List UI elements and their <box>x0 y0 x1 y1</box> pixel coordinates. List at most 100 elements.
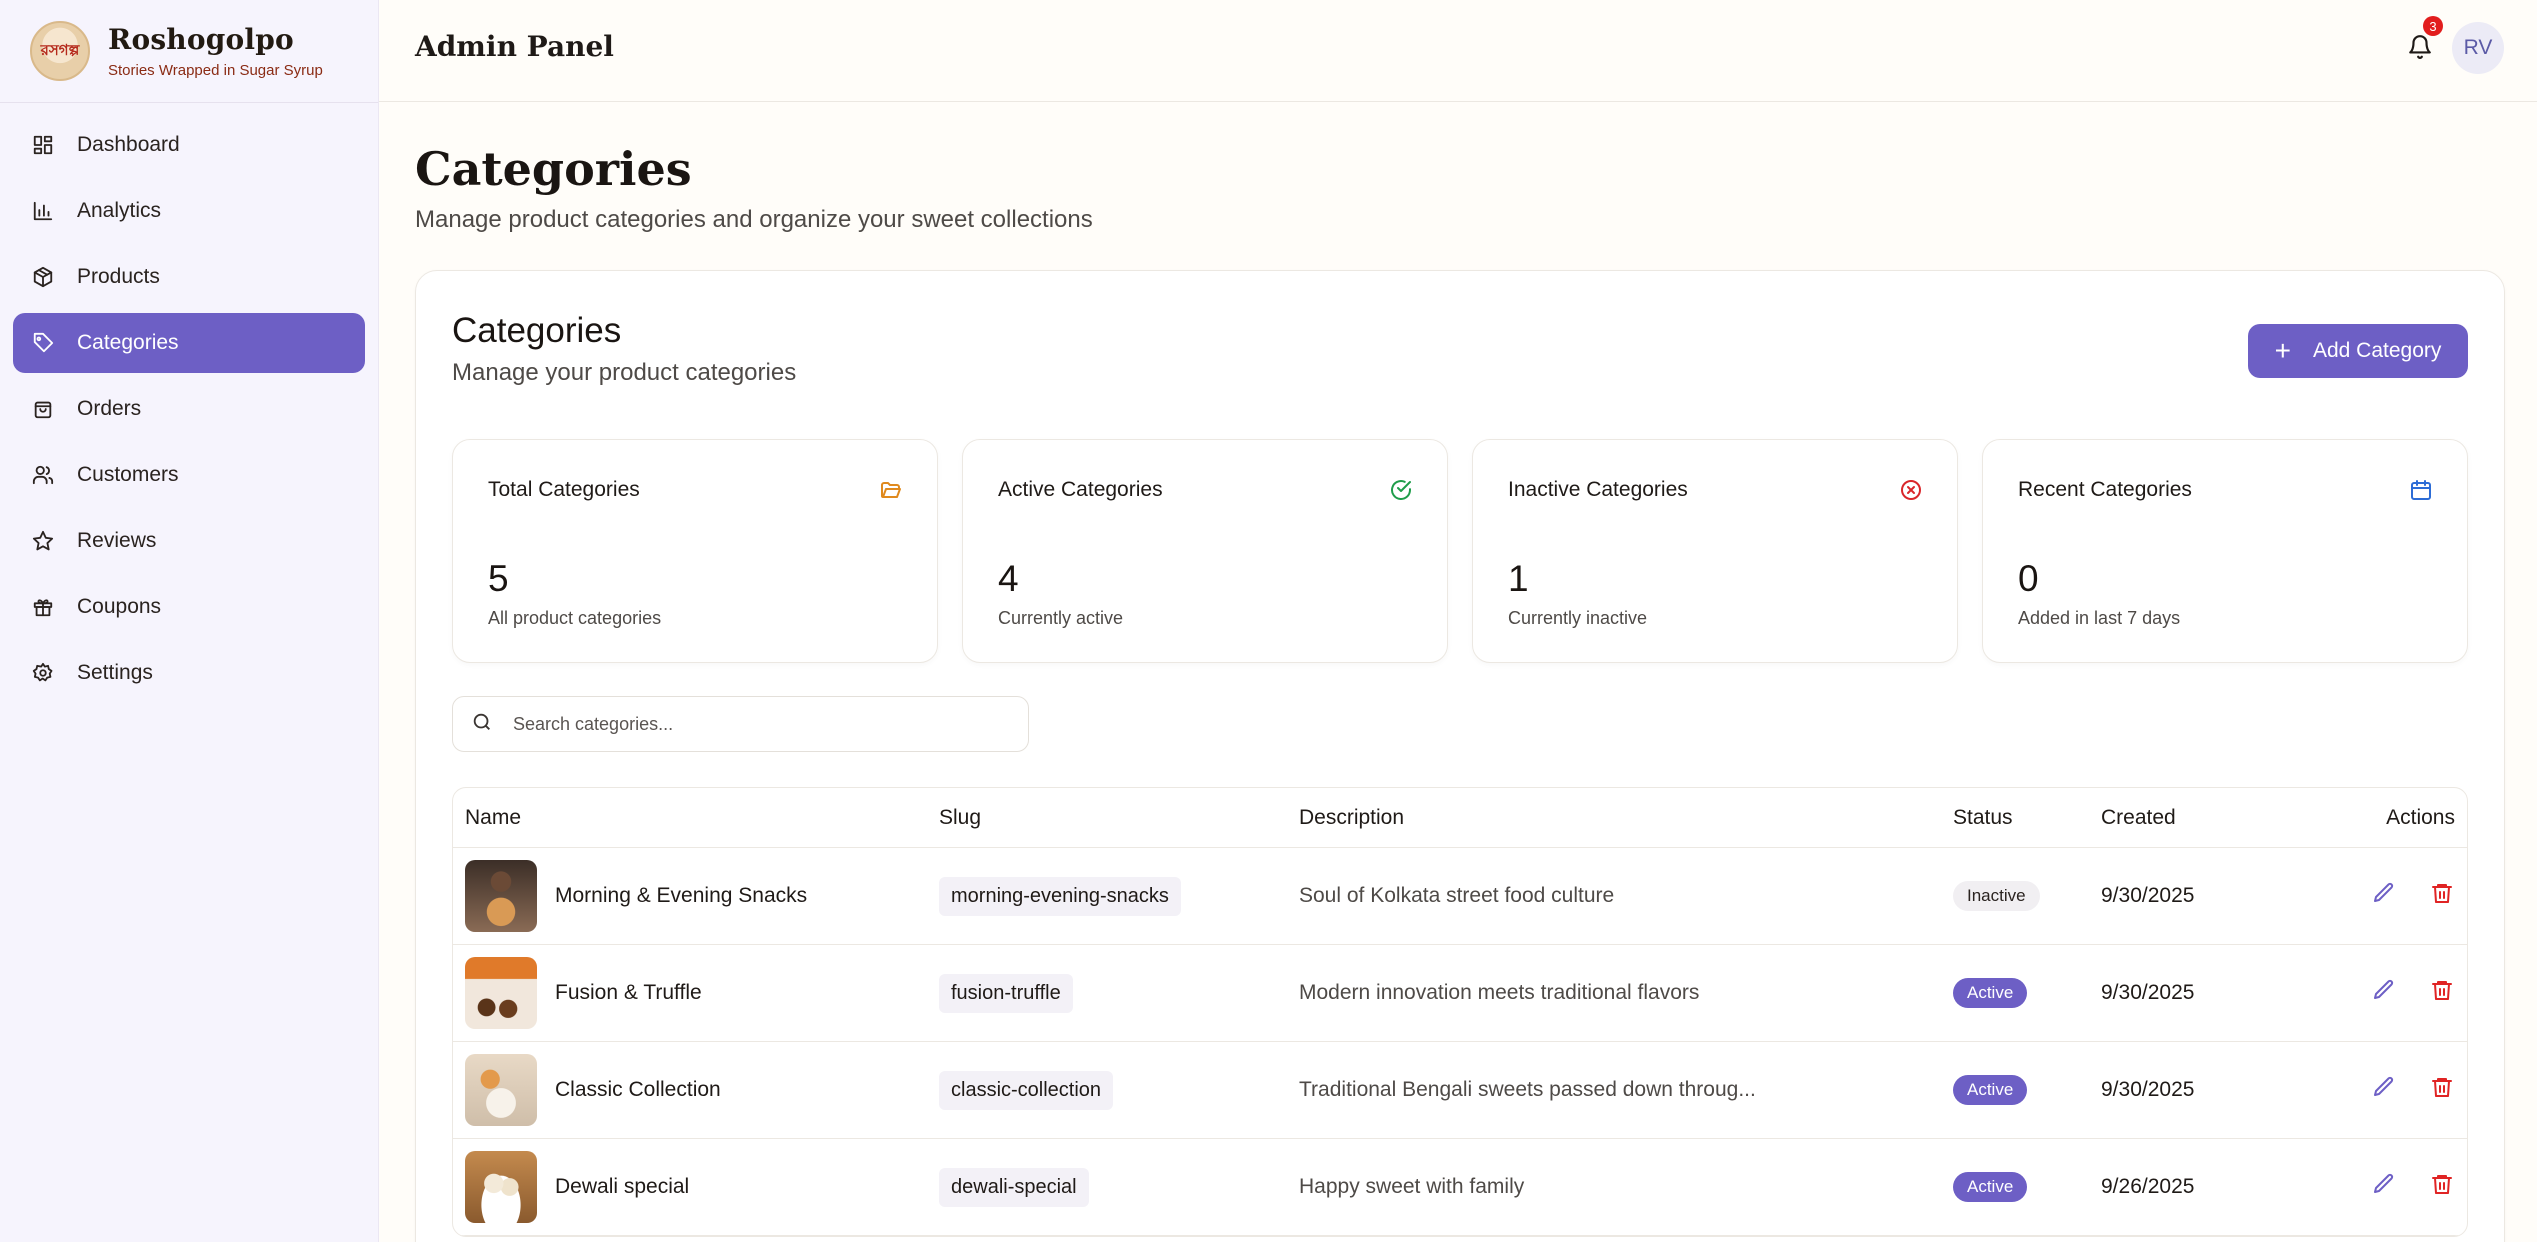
edit-button[interactable] <box>2371 1076 2397 1103</box>
status-badge: Active <box>1953 978 2028 1008</box>
category-description: Modern innovation meets traditional flav… <box>1299 981 1700 1004</box>
sidebar-item-label: Categories <box>77 331 179 354</box>
category-name: Morning & Evening Snacks <box>555 884 808 907</box>
edit-button[interactable] <box>2371 1172 2397 1202</box>
gift-icon <box>31 595 55 619</box>
notifications-button[interactable]: 3 <box>2407 16 2443 62</box>
stat-value: 0 <box>2018 558 2039 599</box>
sidebar-item-label: Reviews <box>77 529 157 552</box>
status-badge: Inactive <box>1953 881 2040 911</box>
stat-card-total: Total Categories 5 All product categorie… <box>452 439 938 663</box>
category-name: Classic Collection <box>555 1078 721 1101</box>
table-row[interactable]: Classic Collection classic-collection Tr… <box>453 1042 2467 1139</box>
sidebar-item-settings[interactable]: Settings <box>13 643 365 703</box>
stat-card-inactive: Inactive Categories 1 Currently inactive <box>1472 439 1958 663</box>
trash-icon <box>2430 978 2454 1008</box>
sidebar: রসগল্প Roshogolpo Stories Wrapped in Sug… <box>0 0 379 1242</box>
pencil-icon <box>2372 1172 2396 1202</box>
brand[interactable]: রসগল্প Roshogolpo Stories Wrapped in Sug… <box>0 0 378 103</box>
stat-description: All product categories <box>488 608 662 628</box>
categories-table: Name Slug Description Status Created Act… <box>452 787 2468 1237</box>
category-created-date: 9/26/2025 <box>2101 1175 2195 1198</box>
status-badge: Active <box>1953 1075 2028 1105</box>
column-header-status[interactable]: Status <box>1953 806 2101 830</box>
brand-tagline: Stories Wrapped in Sugar Syrup <box>108 62 323 79</box>
sidebar-item-label: Analytics <box>77 199 162 222</box>
edit-button[interactable] <box>2371 978 2397 1008</box>
category-description: Soul of Kolkata street food culture <box>1299 884 1615 907</box>
calendar-icon <box>2409 478 2433 502</box>
category-slug: fusion-truffle <box>939 973 1073 1013</box>
notification-badge: 3 <box>2423 16 2443 36</box>
sidebar-item-label: Coupons <box>77 595 162 618</box>
column-header-created[interactable]: Created <box>2101 806 2351 830</box>
stat-description: Added in last 7 days <box>2018 608 2181 628</box>
check-circle-icon <box>1389 478 1413 502</box>
column-header-name[interactable]: Name <box>453 806 939 830</box>
stat-label: Inactive Categories <box>1508 478 1688 501</box>
status-badge: Active <box>1953 1172 2028 1202</box>
page-title: Categories <box>415 142 692 196</box>
stat-value: 4 <box>998 558 1019 599</box>
category-thumbnail <box>465 860 537 932</box>
star-icon <box>31 529 55 553</box>
category-created-date: 9/30/2025 <box>2101 981 2195 1004</box>
category-thumbnail <box>465 1151 537 1223</box>
category-name: Dewali special <box>555 1175 690 1198</box>
stat-value: 1 <box>1508 558 1529 599</box>
table-row[interactable]: Dewali special dewali-special Happy swee… <box>453 1139 2467 1236</box>
stats-row: Total Categories 5 All product categorie… <box>452 439 2468 663</box>
x-circle-icon <box>1899 478 1923 502</box>
column-header-description[interactable]: Description <box>1299 806 1953 830</box>
sidebar-item-label: Products <box>77 265 160 288</box>
delete-button[interactable] <box>2429 1077 2455 1103</box>
sidebar-item-label: Dashboard <box>77 133 180 156</box>
sidebar-item-customers[interactable]: Customers <box>13 445 365 505</box>
category-thumbnail <box>465 1054 537 1126</box>
tag-icon <box>31 331 55 355</box>
table-row[interactable]: Morning & Evening Snacks morning-evening… <box>453 848 2467 945</box>
users-icon <box>31 463 55 487</box>
sidebar-item-reviews[interactable]: Reviews <box>13 511 365 571</box>
shopping-bag-icon <box>31 397 55 421</box>
search-input[interactable] <box>513 713 1013 735</box>
bar-chart-icon <box>31 199 55 223</box>
category-name: Fusion & Truffle <box>555 981 702 1004</box>
search-box[interactable] <box>452 696 1029 752</box>
category-description: Traditional Bengali sweets passed down t… <box>1299 1078 1756 1101</box>
category-description: Happy sweet with family <box>1299 1175 1525 1198</box>
category-thumbnail <box>465 957 537 1029</box>
table-header: Name Slug Description Status Created Act… <box>453 788 2467 848</box>
categories-card: Categories Manage your product categorie… <box>415 270 2505 1242</box>
sidebar-item-label: Settings <box>77 661 153 684</box>
pencil-icon <box>2372 881 2396 911</box>
folder-open-icon <box>879 478 903 502</box>
sidebar-item-products[interactable]: Products <box>13 247 365 307</box>
column-header-slug[interactable]: Slug <box>939 806 1299 830</box>
plus-icon: + <box>2274 335 2291 366</box>
package-icon <box>31 265 55 289</box>
card-subtitle: Manage your product categories <box>452 359 797 386</box>
delete-button[interactable] <box>2429 980 2455 1006</box>
stat-card-recent: Recent Categories 0 Added in last 7 days <box>1982 439 2468 663</box>
avatar[interactable]: RV <box>2452 22 2504 74</box>
sidebar-item-label: Orders <box>77 397 142 420</box>
edit-button[interactable] <box>2371 881 2397 911</box>
brand-name: Roshogolpo <box>108 23 294 56</box>
sidebar-item-dashboard[interactable]: Dashboard <box>13 115 365 175</box>
sidebar-item-analytics[interactable]: Analytics <box>13 181 365 241</box>
delete-button[interactable] <box>2429 883 2455 909</box>
sidebar-nav: Dashboard Analytics Products Categories … <box>0 103 378 721</box>
table-row[interactable]: Fusion & Truffle fusion-truffle Modern i… <box>453 945 2467 1042</box>
sidebar-item-coupons[interactable]: Coupons <box>13 577 365 637</box>
brand-logo: রসগল্প <box>30 21 90 81</box>
delete-button[interactable] <box>2429 1174 2455 1200</box>
card-title: Categories <box>452 311 622 350</box>
column-header-actions: Actions <box>2386 805 2455 829</box>
sidebar-item-categories[interactable]: Categories <box>13 313 365 373</box>
main-content: Categories Manage product categories and… <box>415 102 2505 1242</box>
stat-card-active: Active Categories 4 Currently active <box>962 439 1448 663</box>
pencil-icon <box>2372 978 2396 1008</box>
add-category-button[interactable]: + Add Category <box>2248 324 2468 378</box>
sidebar-item-orders[interactable]: Orders <box>13 379 365 439</box>
